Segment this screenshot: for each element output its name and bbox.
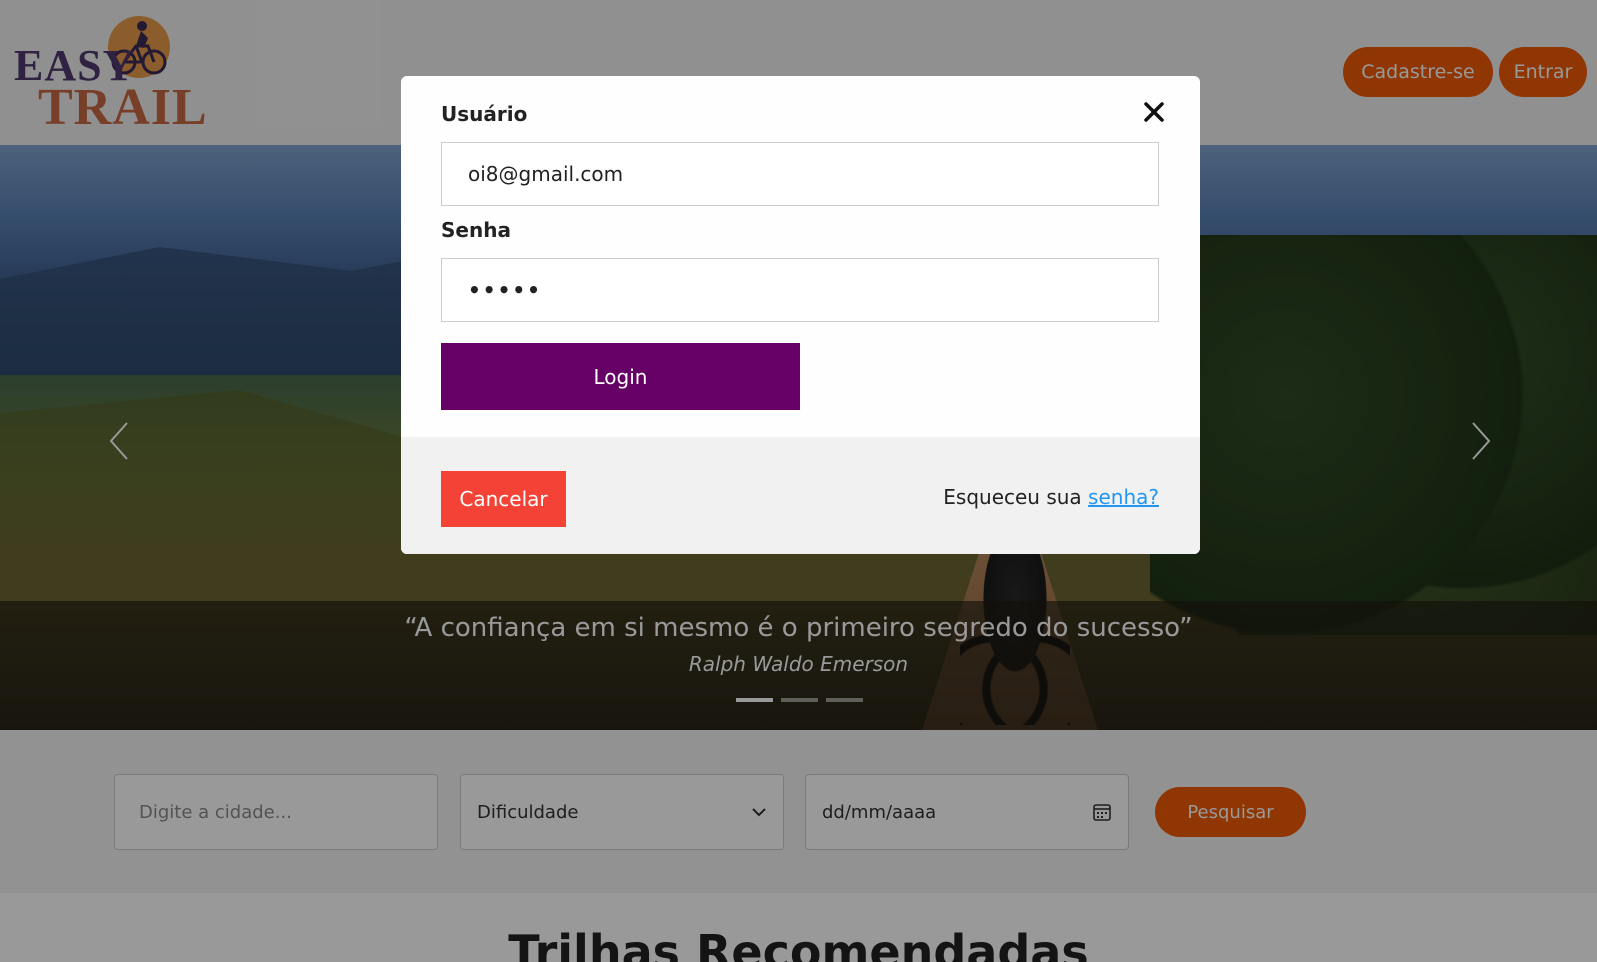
password-input-value: ••••• xyxy=(468,278,542,302)
forgot-password-prefix: Esqueceu sua xyxy=(943,485,1082,509)
login-submit-button[interactable]: Login xyxy=(441,343,800,410)
modal-footer: Cancelar Esqueceu sua senha? xyxy=(401,437,1200,554)
username-input[interactable]: oi8@gmail.com xyxy=(441,142,1159,206)
cancel-button[interactable]: Cancelar xyxy=(441,471,566,527)
username-input-value: oi8@gmail.com xyxy=(468,162,624,186)
username-label: Usuário xyxy=(441,102,528,126)
login-modal: Usuário oi8@gmail.com Senha ••••• Login … xyxy=(401,76,1200,554)
password-input[interactable]: ••••• xyxy=(441,258,1159,322)
forgot-password-link[interactable]: senha? xyxy=(1088,485,1159,509)
close-button[interactable] xyxy=(1138,96,1170,128)
forgot-password-text: Esqueceu sua senha? xyxy=(943,485,1159,509)
close-icon xyxy=(1144,102,1164,122)
password-label: Senha xyxy=(441,218,511,242)
